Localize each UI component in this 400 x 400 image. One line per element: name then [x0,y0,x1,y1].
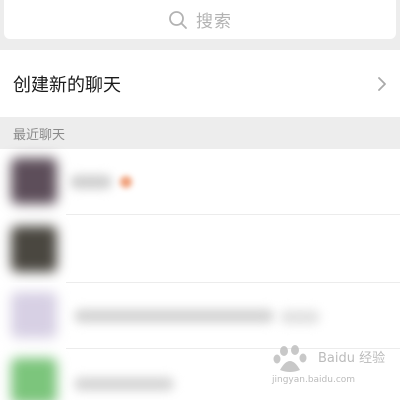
chat-name-blurred [74,377,174,391]
chat-item[interactable] [0,283,400,349]
recent-chats-header: 最近聊天 [0,117,400,149]
search-icon [168,10,188,30]
search-area: 搜索 [0,0,400,50]
search-placeholder: 搜索 [196,12,232,32]
chat-item[interactable] [0,349,400,400]
chat-name-blurred [280,310,320,324]
recent-chats-title: 最近聊天 [13,128,66,143]
chat-item[interactable] [0,217,400,283]
create-new-chat-label: 创建新的聊天 [13,74,121,96]
create-new-chat-row[interactable]: 创建新的聊天 [0,50,400,117]
chat-name-blurred [70,175,112,189]
chat-badge [120,176,132,188]
avatar [11,226,57,272]
avatar [11,158,57,204]
avatar [11,292,57,338]
chat-item[interactable] [0,149,400,215]
recent-chat-list [0,149,400,400]
chat-name-blurred [74,309,274,323]
chevron-right-icon [376,74,388,94]
search-input[interactable]: 搜索 [4,0,396,39]
avatar [11,358,57,400]
